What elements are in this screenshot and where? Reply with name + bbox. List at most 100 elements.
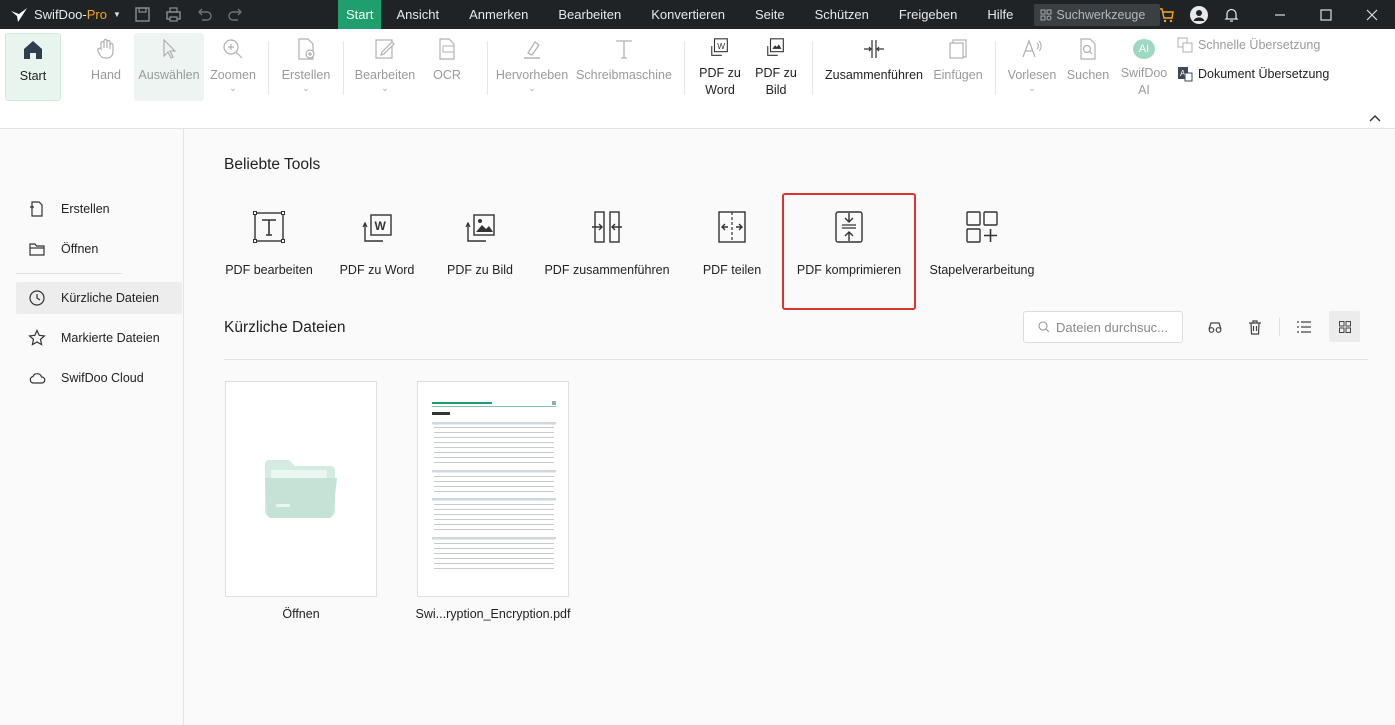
menu-bearbeiten[interactable]: Bearbeiten: [543, 0, 636, 29]
menu-start[interactable]: Start: [338, 0, 382, 29]
edit-icon: [375, 39, 395, 59]
merge-icon: [592, 211, 622, 243]
highlight-button[interactable]: Hervorheben ⌄: [496, 33, 568, 99]
ribbon-toolbar: Start Hand Auswählen Zoomen ⌄ Erstellen …: [0, 29, 1395, 129]
tool-label: Stapelverarbeitung: [929, 263, 1035, 277]
files-search-input[interactable]: Dateien durchsuc...: [1023, 311, 1183, 343]
ribbon-divider: [268, 41, 269, 95]
collapse-ribbon-icon[interactable]: [1369, 113, 1381, 123]
recent-files-divider: [224, 359, 1368, 360]
folder-icon: [265, 460, 337, 518]
pdf-to-image-button[interactable]: PDF zu Bild: [754, 33, 798, 99]
menu-schuetzen[interactable]: Schützen: [800, 0, 884, 29]
sidebar-item-open[interactable]: Öffnen: [16, 233, 182, 265]
menu-anmerken[interactable]: Anmerken: [454, 0, 543, 29]
recent-files-heading: Kürzliche Dateien: [224, 319, 346, 336]
menu-freigeben[interactable]: Freigeben: [884, 0, 973, 29]
sidebar-item-label: Markierte Dateien: [61, 331, 160, 345]
undo-icon[interactable]: [196, 6, 213, 23]
quick-translate-icon: [1177, 37, 1193, 53]
recent-file-card[interactable]: [417, 381, 569, 597]
pdf-to-word-icon: W: [711, 38, 728, 56]
menu-seite[interactable]: Seite: [740, 0, 800, 29]
popular-tools-heading: Beliebte Tools: [224, 156, 321, 173]
search-button[interactable]: Suchen: [1066, 33, 1110, 99]
highlight-chevron-down-icon: ⌄: [528, 83, 536, 93]
create-button[interactable]: Erstellen ⌄: [278, 33, 334, 99]
tool-pdf-split[interactable]: PDF teilen: [666, 209, 798, 277]
sidebar-item-create[interactable]: Erstellen: [16, 193, 182, 225]
quick-translate-button[interactable]: Schnelle Übersetzung: [1177, 37, 1320, 53]
edit-button[interactable]: Bearbeiten ⌄: [353, 33, 417, 99]
cart-icon[interactable]: [1157, 5, 1177, 25]
read-aloud-button[interactable]: Vorlesen ⌄: [1008, 33, 1056, 99]
batch-icon: [966, 211, 998, 243]
menu-hilfe[interactable]: Hilfe: [972, 0, 1028, 29]
app-menu-chevron-icon: ▼: [112, 10, 121, 19]
menu-konvertieren[interactable]: Konvertieren: [636, 0, 740, 29]
swifdoo-logo-icon: [11, 7, 27, 22]
pdf-to-word-button[interactable]: W PDF zu Word: [697, 33, 743, 99]
swifdoo-ai-button[interactable]: AI SwifDoo AI: [1118, 33, 1170, 99]
delete-button[interactable]: [1244, 316, 1266, 338]
highlighter-icon: [524, 41, 540, 59]
redo-icon[interactable]: [227, 6, 244, 23]
open-file-card[interactable]: [225, 381, 377, 597]
ocr-icon: [439, 38, 455, 60]
merge-label: Zusammenführen: [825, 68, 923, 82]
sidebar-item-starred[interactable]: Markierte Dateien: [16, 322, 182, 354]
zoom-chevron-down-icon: ⌄: [229, 83, 237, 93]
close-icon: [1366, 9, 1378, 20]
tools-grid-icon: [1040, 9, 1052, 20]
list-view-button[interactable]: [1293, 316, 1315, 338]
merge-button[interactable]: Zusammenführen: [825, 33, 923, 99]
doc-translate-button[interactable]: A Dokument Übersetzung: [1177, 66, 1329, 82]
sidebar-item-cloud[interactable]: SwifDoo Cloud: [16, 362, 182, 394]
search-tools-placeholder: Suchwerkzeuge: [1056, 7, 1146, 22]
ai-label-1: SwifDoo: [1120, 66, 1168, 80]
minimize-button[interactable]: [1257, 0, 1303, 29]
ai-badge-icon: AI: [1133, 39, 1155, 59]
maximize-button[interactable]: [1303, 0, 1349, 29]
tool-batch[interactable]: Stapelverarbeitung: [916, 209, 1048, 277]
cursor-icon: [163, 38, 177, 59]
zoom-button[interactable]: Zoomen ⌄: [207, 33, 259, 99]
split-icon: [718, 211, 746, 243]
files-search-placeholder: Dateien durchsuc...: [1056, 319, 1169, 335]
svg-text:W: W: [375, 219, 387, 233]
open-file-label: Öffnen: [282, 607, 320, 621]
zoom-icon: [223, 39, 243, 59]
app-menu[interactable]: SwifDoo-Pro ▼: [0, 7, 128, 23]
tool-pdf-to-image[interactable]: PDF zu Bild: [414, 209, 546, 277]
pdf-to-image-icon: [465, 214, 495, 242]
insert-button[interactable]: Einfügen: [932, 33, 984, 99]
hand-label: Hand: [91, 68, 121, 82]
create-file-icon: [298, 38, 315, 60]
hand-button[interactable]: Hand: [82, 33, 130, 99]
select-label: Auswählen: [138, 68, 200, 82]
maximize-icon: [1320, 8, 1332, 21]
avatar[interactable]: [1189, 5, 1209, 25]
bell-icon[interactable]: [1221, 5, 1241, 25]
print-icon[interactable]: [165, 6, 182, 23]
insert-page-icon: [949, 39, 967, 59]
ribbon-divider: [684, 41, 685, 95]
edit-label: Bearbeiten: [354, 68, 416, 82]
start-button[interactable]: Start: [5, 33, 61, 101]
close-button[interactable]: [1349, 0, 1395, 29]
tool-pdf-merge[interactable]: PDF zusammenführen: [541, 209, 673, 277]
tool-label: PDF teilen: [702, 263, 762, 277]
typewriter-button[interactable]: Schreibmaschine: [576, 33, 672, 99]
select-button[interactable]: Auswählen: [134, 33, 204, 101]
sidebar-item-recent[interactable]: Kürzliche Dateien: [16, 282, 182, 314]
sidebar-item-label: Öffnen: [61, 242, 99, 256]
menu-ansicht[interactable]: Ansicht: [381, 0, 454, 29]
save-icon[interactable]: [134, 6, 151, 23]
grid-view-button[interactable]: [1329, 311, 1360, 342]
ocr-button[interactable]: OCR: [427, 33, 467, 99]
sidebar-item-label: SwifDoo Cloud: [61, 371, 144, 385]
pdf-to-image-label-2: Bild: [765, 83, 787, 97]
title-bar: SwifDoo-Pro ▼ Start Ansicht Anmerken Bea…: [0, 0, 1395, 29]
search-tools-input[interactable]: Suchwerkzeuge: [1034, 3, 1161, 26]
filter-button[interactable]: [1204, 316, 1226, 338]
